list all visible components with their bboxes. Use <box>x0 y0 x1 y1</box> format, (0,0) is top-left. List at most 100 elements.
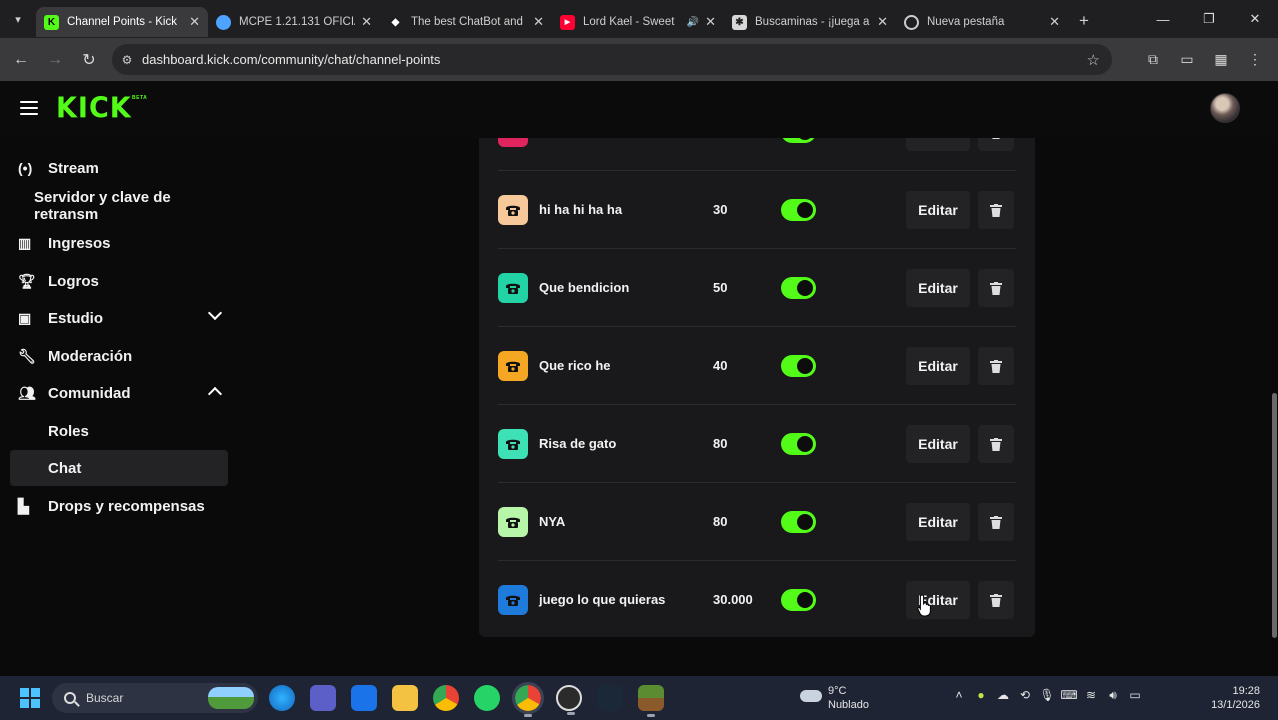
reward-toggle[interactable] <box>781 277 816 299</box>
edge-icon[interactable] <box>269 685 295 711</box>
sidebar-item-stream[interactable]: (•) Stream <box>10 150 228 186</box>
microphone-icon[interactable]: 🎙︎ <box>1036 688 1058 703</box>
taskbar-search-input[interactable]: Buscar <box>52 683 258 713</box>
folder-icon[interactable] <box>392 685 418 711</box>
keyboard-icon[interactable]: ⌨ <box>1058 688 1080 703</box>
chevron-down-icon[interactable] <box>207 305 223 321</box>
browser-tab[interactable]: ◆ The best ChatBot and ✕ <box>380 7 552 37</box>
tray-app-icon[interactable]: ● <box>970 688 992 703</box>
sidebar-item-moderacion[interactable]: 🔧︎ Moderación <box>10 338 228 374</box>
reward-toggle[interactable] <box>781 433 816 455</box>
close-tab-icon[interactable]: ✕ <box>533 14 544 30</box>
delete-button[interactable] <box>978 425 1014 463</box>
url-field[interactable]: ⚙ dashboard.kick.com/community/chat/chan… <box>112 44 1112 75</box>
whatsapp-icon[interactable] <box>474 685 500 711</box>
sidebar-item-stream-key[interactable]: Servidor y clave de retransm <box>10 188 228 224</box>
close-window-icon[interactable]: ✕ <box>1232 0 1278 38</box>
close-tab-icon[interactable]: ✕ <box>361 14 372 30</box>
tab-title: Lord Kael - Sweet <box>583 16 675 28</box>
browser-tab[interactable]: MCPE 1.21.131 OFICIA ✕ <box>208 7 380 37</box>
page-scrollbar[interactable] <box>1271 138 1278 676</box>
sync-icon[interactable]: ⟲ <box>1014 688 1036 703</box>
close-tab-icon[interactable]: ✕ <box>705 14 716 30</box>
chrome-active-icon[interactable] <box>512 682 544 717</box>
restore-icon[interactable]: ❐ <box>1186 0 1232 38</box>
delete-button[interactable] <box>978 191 1014 229</box>
minecraft-icon[interactable] <box>638 685 664 717</box>
sidebar-item-ingresos[interactable]: ▥ Ingresos <box>10 225 228 261</box>
bookmark-star-icon[interactable]: ☆ <box>1087 51 1100 69</box>
close-tab-icon[interactable]: ✕ <box>189 14 200 30</box>
steam-icon[interactable] <box>597 685 623 711</box>
back-icon[interactable]: ← <box>4 51 38 69</box>
reward-cost: 40 <box>713 358 728 373</box>
taskbar-clock[interactable]: 19:28 13/1/2026 <box>1211 684 1260 712</box>
edit-button[interactable]: Editar <box>906 191 970 229</box>
sidebar-item-logros[interactable]: 🏆︎ Logros <box>10 263 228 299</box>
close-tab-icon[interactable]: ✕ <box>1049 14 1060 30</box>
avatar[interactable] <box>1210 93 1240 123</box>
profile-icon[interactable]: ▦ <box>1204 51 1238 68</box>
weather-widget[interactable]: 9°C Nublado <box>828 684 869 712</box>
sidebar-item-drops[interactable]: ▙ Drops y recompensas <box>10 488 228 524</box>
speaker-icon[interactable]: 🔊 <box>687 17 699 28</box>
delete-button[interactable] <box>978 581 1014 619</box>
reload-icon[interactable]: ↻ <box>72 50 106 70</box>
new-tab-button[interactable]: + <box>1068 11 1100 31</box>
delete-button[interactable] <box>978 138 1014 151</box>
onedrive-icon[interactable]: ☁ <box>992 688 1014 703</box>
browser-tab[interactable]: ✱ Buscaminas - ¡juega a ✕ <box>724 7 896 37</box>
edit-button[interactable]: Editar <box>906 269 970 307</box>
edit-button[interactable]: Editar <box>906 503 970 541</box>
windows-start-icon[interactable] <box>20 688 40 708</box>
diamond-icon: ◆ <box>391 16 400 28</box>
chevron-up-icon[interactable] <box>207 386 223 402</box>
table-row: Editar <box>498 138 1016 171</box>
sidebar-item-comunidad[interactable]: 👥︎ Comunidad <box>10 375 228 411</box>
wifi-icon[interactable]: ≋ <box>1080 688 1102 703</box>
extensions-icon[interactable]: ⧉ <box>1136 51 1170 68</box>
battery-icon[interactable]: ▭ <box>1124 688 1146 703</box>
browser-tab[interactable]: Nueva pestaña ✕ <box>896 7 1068 37</box>
search-placeholder: Buscar <box>86 691 124 705</box>
reward-toggle[interactable] <box>781 355 816 377</box>
reward-cost: 80 <box>713 514 728 529</box>
reward-cost: 50 <box>713 280 728 295</box>
reward-icon <box>498 585 528 615</box>
menu-kebab-icon[interactable]: ⋮ <box>1238 51 1272 68</box>
site-info-icon[interactable]: ⚙ <box>112 53 142 67</box>
clock-date: 13/1/2026 <box>1211 699 1260 711</box>
reward-toggle[interactable] <box>781 511 816 533</box>
sidebar-item-chat[interactable]: Chat <box>10 450 228 486</box>
trophy-icon: 🏆︎ <box>18 272 36 289</box>
forward-icon[interactable]: → <box>38 51 72 69</box>
store-icon[interactable] <box>351 685 377 711</box>
hamburger-menu-icon[interactable] <box>20 101 38 119</box>
edit-button[interactable]: Editar <box>906 347 970 385</box>
reward-toggle[interactable] <box>781 589 816 611</box>
delete-button[interactable] <box>978 269 1014 307</box>
tab-title: Nueva pestaña <box>927 16 1005 28</box>
sidebar-item-roles[interactable]: Roles <box>10 413 228 449</box>
close-tab-icon[interactable]: ✕ <box>877 14 888 30</box>
trash-icon <box>990 203 1002 217</box>
delete-button[interactable] <box>978 347 1014 385</box>
tab-search-icon[interactable]: ▾ <box>0 0 36 38</box>
browser-tab[interactable]: ▶ Lord Kael - Sweet 🔊 ✕ <box>552 7 724 37</box>
sidebar-item-estudio[interactable]: ▣ Estudio <box>10 300 228 336</box>
reward-toggle[interactable] <box>781 199 816 221</box>
teams-icon[interactable] <box>310 685 336 711</box>
kick-logo[interactable]: KICK <box>56 92 132 125</box>
minimize-icon[interactable]: — <box>1140 0 1186 38</box>
browser-tab[interactable]: K Channel Points - Kick ✕ <box>36 7 208 37</box>
chrome-icon[interactable] <box>433 685 459 711</box>
chevron-up-icon[interactable]: ˄ <box>948 688 970 703</box>
edit-button[interactable]: Editar <box>906 138 970 151</box>
obs-icon[interactable] <box>556 685 582 715</box>
delete-button[interactable] <box>978 503 1014 541</box>
edit-button[interactable]: Editar <box>906 581 970 619</box>
edit-button[interactable]: Editar <box>906 425 970 463</box>
cast-icon[interactable]: ▭ <box>1170 51 1204 68</box>
volume-icon[interactable]: 🔊︎ <box>1102 688 1124 703</box>
reward-toggle[interactable] <box>781 138 816 143</box>
